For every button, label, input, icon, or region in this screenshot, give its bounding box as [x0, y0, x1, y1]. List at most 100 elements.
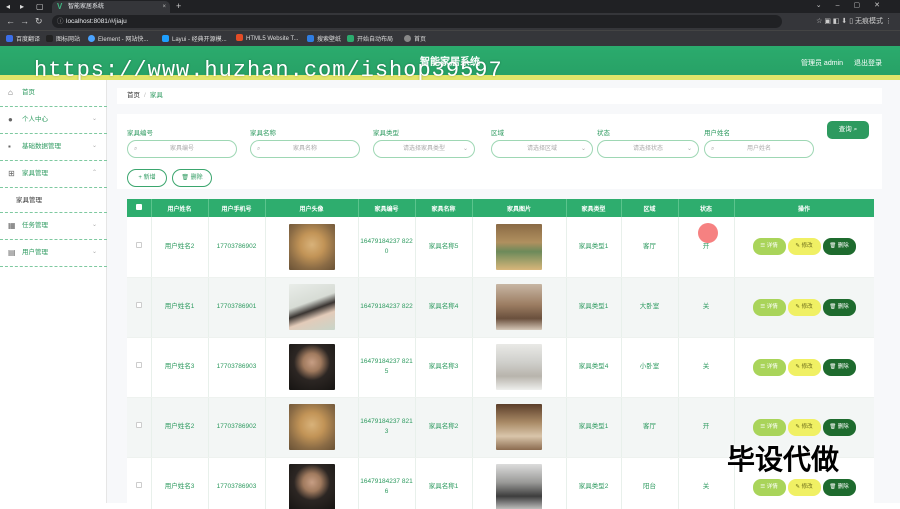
batch-delete-button[interactable]: 🗑 删除 [172, 169, 212, 187]
cell-area: 客厅 [621, 397, 679, 458]
tab-overview-icon[interactable]: ▢ [36, 2, 44, 11]
filter-area: 区域 请选择区域 ⌄ [491, 127, 593, 158]
username-input[interactable]: ⌕ 用户姓名 [704, 140, 814, 158]
sidebar-item-profile[interactable]: ● 个人中心 ⌄ [0, 107, 107, 134]
back-arrow-icon[interactable]: ◂ [6, 2, 10, 11]
furniture-image [496, 404, 542, 450]
filter-furniture-code: 家具编号 ⌕ 家具编号 [127, 127, 237, 158]
sidebar-item-basic-data[interactable]: ▪ 基础数据管理 ⌄ [0, 134, 107, 161]
browser-toolbar-right[interactable]: ☆ ▣ ◧ ⬇ ▯ 无痕模式 ⋮ [816, 16, 892, 26]
breadcrumb: 首页 / 家具 [117, 88, 882, 104]
url-input[interactable]: ⓘ localhost:8081/#/jiaju [52, 15, 782, 28]
current-user: 管理员 admin [800, 60, 843, 67]
bookmark-item[interactable]: Element - 网站快... [88, 34, 148, 43]
cell-furniture-image [472, 277, 567, 338]
briefcase-icon: ▪ [8, 142, 11, 151]
table-row: 用户姓名3 17703786903 16479184237 8215 家具名称3 家具类… [127, 337, 874, 398]
cell-furniture-name: 家具名称2 [415, 397, 473, 458]
cell-user-avatar [265, 457, 359, 509]
corner-watermark: 毕设代做 [727, 443, 840, 476]
cell-furniture-type: 家具类型4 [566, 337, 622, 398]
cell-user-phone: 17703786903 [208, 457, 266, 509]
edit-button[interactable]: ✎ 修改 [787, 238, 821, 256]
bookmark-item[interactable]: HTML5 Website T... [236, 34, 298, 42]
cell-furniture-code: 16479184237 8216 [358, 457, 416, 509]
detail-button[interactable]: ☰ 详情 [752, 238, 786, 256]
filter-furniture-name: 家具名称 ⌕ 家具名称 [250, 127, 360, 158]
edit-button[interactable]: ✎ 修改 [787, 478, 821, 496]
row-checkbox[interactable] [127, 457, 152, 509]
cell-furniture-type: 家具类型1 [566, 217, 622, 278]
detail-button[interactable]: ☰ 详情 [752, 358, 786, 376]
bookmark-item[interactable]: 搜索壁纸 [307, 34, 341, 43]
row-checkbox[interactable] [127, 397, 152, 458]
browser-chrome: ◂ ▸ ▢ V 智能家居系统 × + ⌄–▢✕ ← → ↻ ⓘ localhos… [0, 0, 900, 46]
cell-status: 关 [678, 457, 735, 509]
cell-area: 小卧室 [621, 337, 679, 398]
cell-user-name: 用户姓名3 [151, 337, 209, 398]
query-button[interactable]: 查询 ⌕ [827, 121, 869, 139]
edit-button[interactable]: ✎ 修改 [787, 298, 821, 316]
sidebar-item-home[interactable]: ⌂ 首页 [0, 80, 107, 107]
cell-furniture-name: 家具名称1 [415, 457, 473, 509]
furniture-name-input[interactable]: ⌕ 家具名称 [250, 140, 360, 158]
row-checkbox[interactable] [127, 337, 152, 398]
delete-button[interactable]: 🗑 删除 [822, 418, 856, 436]
calendar-icon: ▦ [8, 221, 16, 230]
detail-button[interactable]: ☰ 详情 [752, 298, 786, 316]
sidebar: ⌂ 首页 ● 个人中心 ⌄ ▪ 基础数据管理 ⌄ ⊞ 家具管理 ⌃ 家具管理 ▦ 任务管理 ⌄ ▤… [0, 80, 107, 503]
search-icon: ⌕ [257, 146, 261, 152]
back-icon[interactable]: ← [6, 16, 15, 26]
profile-label: 无痕模式 [855, 18, 884, 25]
delete-button[interactable]: 🗑 删除 [822, 238, 856, 256]
cell-area: 大卧室 [621, 277, 679, 338]
bookmark-item[interactable]: 开始自动布局 [347, 34, 393, 43]
delete-button[interactable]: 🗑 删除 [822, 358, 856, 376]
chevron-down-icon: ⌄ [91, 116, 97, 122]
select-all-checkbox[interactable] [127, 199, 152, 217]
tab-bar: ◂ ▸ ▢ V 智能家居系统 × + ⌄–▢✕ [0, 0, 900, 13]
edit-button[interactable]: ✎ 修改 [787, 358, 821, 376]
breadcrumb-home[interactable]: 首页 [127, 92, 140, 99]
tab-title: 智能家居系统 [68, 4, 105, 10]
furniture-code-input[interactable]: ⌕ 家具编号 [127, 140, 237, 158]
area-select[interactable]: 请选择区域 ⌄ [491, 140, 593, 158]
furniture-image [496, 284, 542, 330]
edit-button[interactable]: ✎ 修改 [787, 418, 821, 436]
delete-button[interactable]: 🗑 删除 [822, 478, 856, 496]
bookmark-item[interactable]: 百度翻译 [6, 34, 40, 43]
close-tab-icon[interactable]: × [162, 1, 166, 13]
cell-user-name: 用户姓名2 [151, 217, 209, 278]
sidebar-item-users[interactable]: ▤ 用户管理 ⌄ [0, 240, 107, 267]
bookmark-item[interactable]: 图标网站 [46, 34, 80, 43]
status-select[interactable]: 请选择状态 ⌄ [597, 140, 699, 158]
sidebar-subitem-furniture[interactable]: 家具管理 [0, 188, 107, 213]
sidebar-item-tasks[interactable]: ▦ 任务管理 ⌄ [0, 213, 107, 240]
user-avatar-image [288, 223, 335, 270]
browser-tab[interactable]: V 智能家居系统 × [52, 1, 170, 13]
delete-button[interactable]: 🗑 删除 [822, 298, 856, 316]
bookmark-item[interactable]: 首页 [404, 34, 426, 43]
row-checkbox[interactable] [127, 217, 152, 278]
search-icon: ⌕ [711, 146, 715, 152]
reload-icon[interactable]: ↻ [35, 16, 43, 27]
forward-icon[interactable]: → [20, 16, 29, 26]
filter-furniture-type: 家具类型 请选择家具类型 ⌄ [373, 127, 475, 158]
row-checkbox[interactable] [127, 277, 152, 338]
detail-button[interactable]: ☰ 详情 [752, 418, 786, 436]
window-controls[interactable]: ⌄–▢✕ [816, 1, 894, 9]
detail-button[interactable]: ☰ 详情 [752, 478, 786, 496]
forward-arrow-icon[interactable]: ▸ [20, 2, 24, 11]
user-avatar-image [288, 284, 335, 330]
new-tab-icon[interactable]: + [176, 1, 181, 11]
bookmark-item[interactable]: Layui - 经典开源模... [162, 34, 227, 43]
cell-operations: ☰ 详情 ✎ 修改 🗑 删除 [734, 277, 874, 338]
cell-user-avatar [265, 397, 359, 458]
cell-furniture-image [472, 457, 567, 509]
url-text: localhost:8081/#/jiaju [66, 18, 127, 25]
sidebar-item-furniture[interactable]: ⊞ 家具管理 ⌃ [0, 161, 107, 188]
logout-link[interactable]: 退出登录 [854, 58, 882, 68]
column-header: 家具类型 [566, 199, 622, 217]
furniture-type-select[interactable]: 请选择家具类型 ⌄ [373, 140, 475, 158]
add-button[interactable]: + 新增 [127, 169, 167, 187]
